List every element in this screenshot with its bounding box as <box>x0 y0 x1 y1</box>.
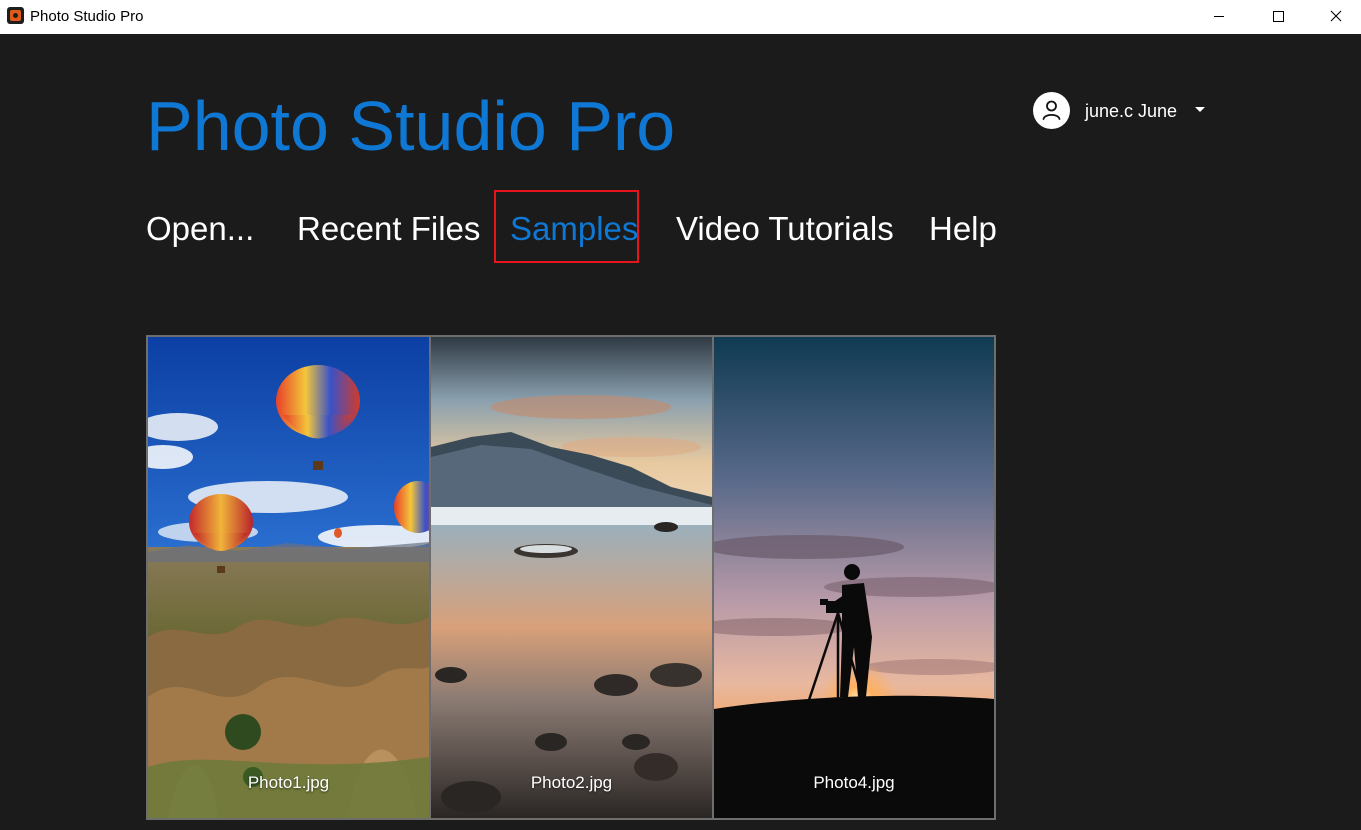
balloons-image <box>148 337 429 818</box>
caret-down-icon[interactable] <box>1195 107 1205 112</box>
app-logo-icon <box>7 7 24 24</box>
photo-filename: Photo1.jpg <box>247 773 330 792</box>
app-window: Photo Studio Pro Photo Studio Pro june.c… <box>0 0 1361 830</box>
app-brand-title: Photo Studio Pro <box>146 87 676 165</box>
sample-photo-2[interactable]: Photo2.jpg <box>431 337 712 818</box>
sample-gallery: Photo1.jpg Photo2.jpg Photo4.jpg <box>146 335 996 820</box>
nav-item-open[interactable]: Open... <box>146 208 254 250</box>
sample-photo-1[interactable]: Photo1.jpg <box>148 337 429 818</box>
nav-item-help[interactable]: Help <box>929 208 997 250</box>
selection-highlight <box>494 190 639 263</box>
close-button[interactable] <box>1307 0 1361 34</box>
lake-image <box>431 337 712 818</box>
minimize-icon <box>1214 16 1224 17</box>
maximize-button[interactable] <box>1249 0 1307 34</box>
nav-item-video-tutorials[interactable]: Video Tutorials <box>676 208 894 250</box>
title-bar: Photo Studio Pro <box>0 0 1361 34</box>
sample-photo-3[interactable]: Photo4.jpg <box>714 337 994 818</box>
maximize-icon <box>1273 11 1284 22</box>
nav-item-recent-files[interactable]: Recent Files <box>297 208 480 250</box>
avatar[interactable] <box>1033 92 1070 129</box>
window-title: Photo Studio Pro <box>30 8 144 25</box>
photo-filename: Photo2.jpg <box>530 773 613 792</box>
close-icon <box>1330 10 1342 22</box>
photo-filename: Photo4.jpg <box>813 773 895 792</box>
user-icon <box>1042 100 1061 120</box>
minimize-button[interactable] <box>1190 0 1248 34</box>
user-name[interactable]: june.c June <box>1085 101 1177 121</box>
sunset-videographer-image <box>714 337 994 818</box>
